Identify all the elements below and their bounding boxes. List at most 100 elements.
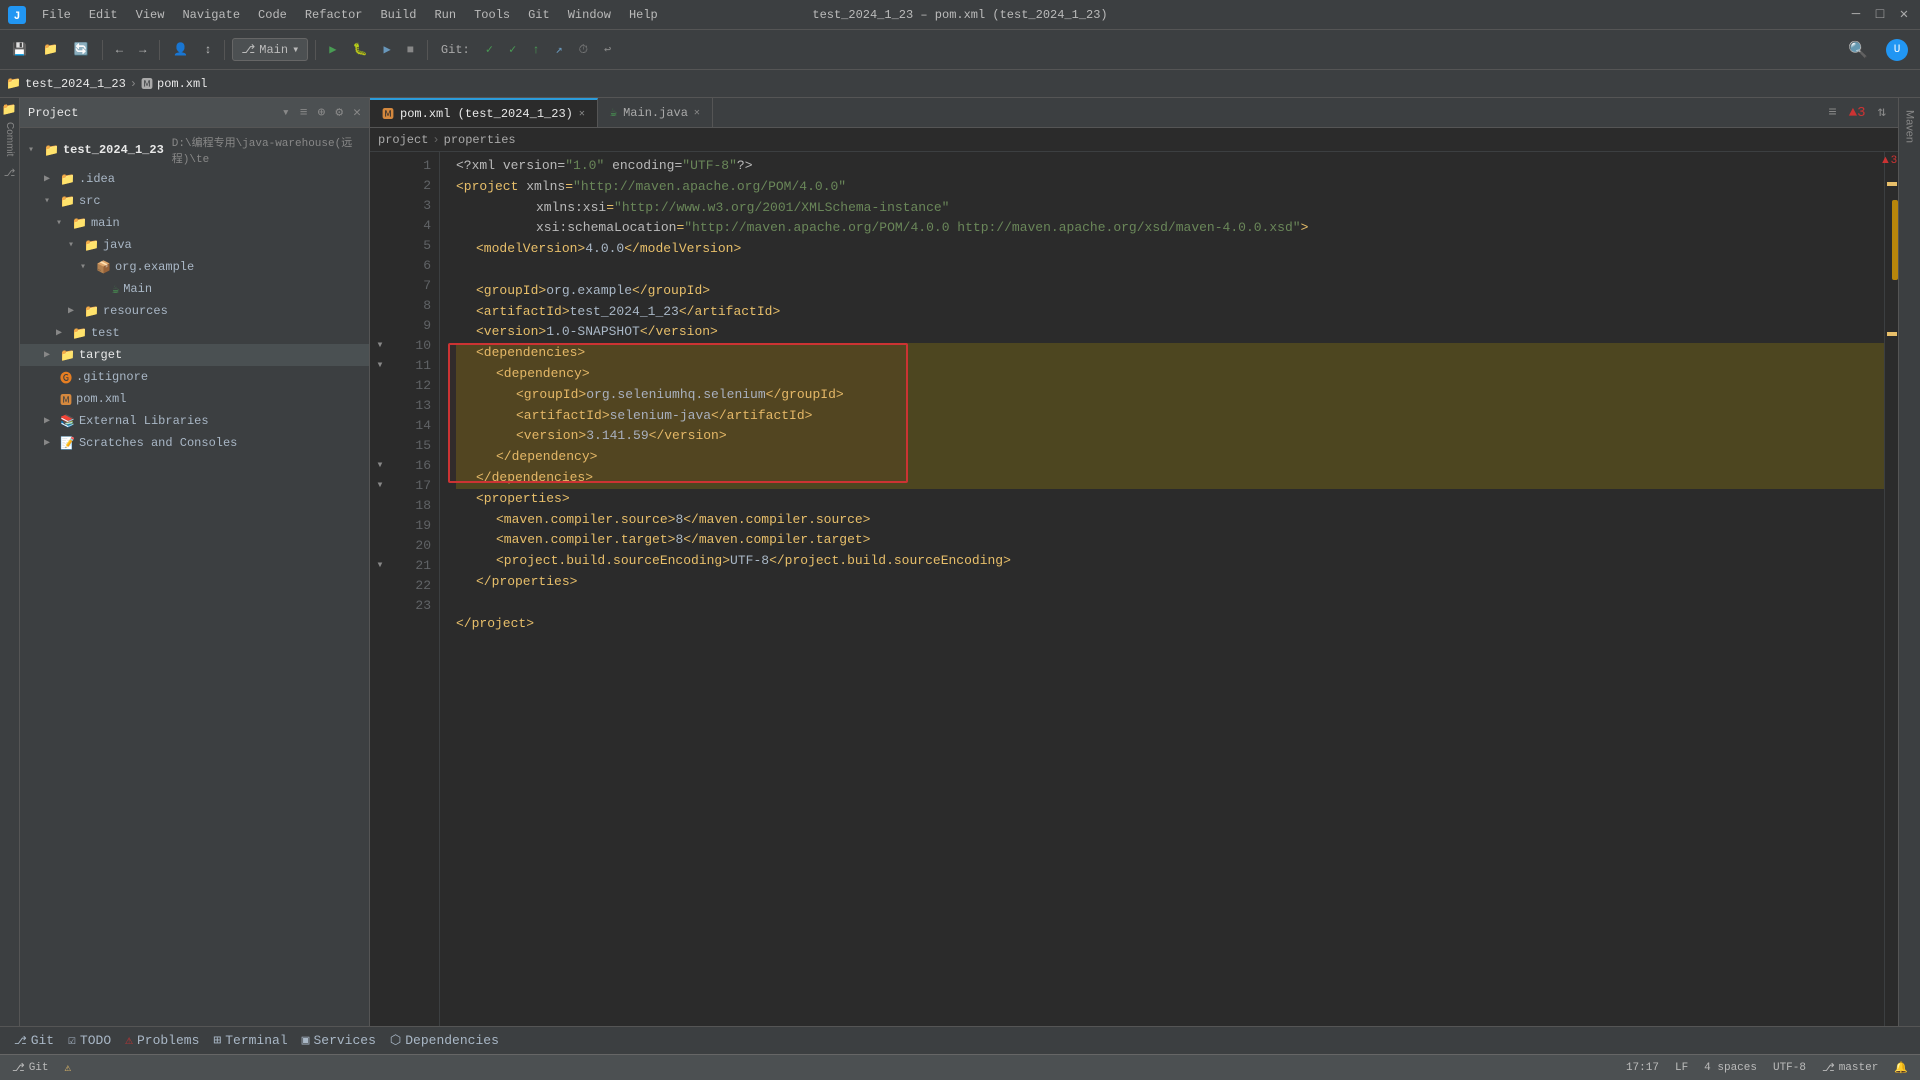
tree-test[interactable]: ▶ 📁 test [20,322,369,344]
branch-selector[interactable]: ⎇ Main ▾ [232,38,308,61]
code-line-14: <version>3.141.59</version> [456,426,1884,447]
menu-file[interactable]: File [34,6,79,24]
maximize-button[interactable]: □ [1872,7,1888,23]
menu-edit[interactable]: Edit [81,6,126,24]
toolbar-user-btn[interactable]: 👤 [167,39,194,60]
tree-external-libs[interactable]: ▶ 📚 External Libraries [20,410,369,432]
toolbar-forward-btn[interactable]: → [133,40,152,60]
search-btn[interactable]: 🔍 [1842,37,1874,63]
error-stripe: ▲3 [1884,152,1898,1026]
minimize-button[interactable]: ─ [1848,7,1864,23]
git-update-btn[interactable]: ↗ [549,39,568,60]
stop-button[interactable]: ■ [401,40,420,60]
git-rollback-btn[interactable]: ↩ [598,39,617,60]
git-tool-btn[interactable]: ⎇ Git [8,1031,60,1050]
project-sidebar-icon[interactable]: 📁 [2,102,18,118]
tab-main-java[interactable]: ☕ Main.java ✕ [598,98,713,127]
panel-scroll-icon[interactable]: ⊕ [318,105,326,120]
menu-help[interactable]: Help [621,6,666,24]
warning-stripe-2 [1887,332,1897,336]
status-git-branch[interactable]: ⎇ Git [8,1059,53,1077]
tree-target[interactable]: ▶ 📁 target [20,344,369,366]
toolbar-back-btn[interactable]: ← [110,40,129,60]
problems-tool-btn[interactable]: ⚠ Problems [119,1031,205,1050]
toolbar-sync-btn[interactable]: 🔄 [68,39,95,60]
git-history-btn[interactable]: ⏱ [573,40,594,60]
todo-tool-btn[interactable]: ☑ TODO [62,1031,117,1050]
dependencies-tool-btn[interactable]: ⬡ Dependencies [384,1031,505,1050]
main-label: main [91,216,120,230]
tree-main-java[interactable]: ☕ Main [20,278,369,300]
breadcrumb-properties[interactable]: properties [444,133,516,147]
status-warnings[interactable]: ⚠ [61,1059,80,1077]
debug-button[interactable]: 🐛 [347,39,374,60]
menu-tools[interactable]: Tools [466,6,518,24]
coverage-button[interactable]: ▶ [377,39,396,60]
code-line-3: xmlns:xsi="http://www.w3.org/2001/XMLSch… [456,198,1884,219]
fold-gutter: ▾ ▾ ▾ ▾ ▾ [370,152,390,1026]
java-tab-close[interactable]: ✕ [694,107,700,119]
menu-git[interactable]: Git [520,6,558,24]
tab-pom-xml[interactable]: 🅼 pom.xml (test_2024_1_23) ✕ [370,98,598,127]
tree-root[interactable]: ▾ 📁 test_2024_1_23 D:\编程专用\java-warehous… [20,132,369,168]
editor-area: 🅼 pom.xml (test_2024_1_23) ✕ ☕ Main.java… [370,98,1898,1026]
menu-run[interactable]: Run [426,6,464,24]
breadcrumb-project[interactable]: project [378,133,428,147]
tree-idea[interactable]: ▶ 📁 .idea [20,168,369,190]
tree-scratches[interactable]: ▶ 📝 Scratches and Consoles [20,432,369,454]
toolbar-save-btn[interactable]: 💾 [6,39,33,60]
git-check-btn[interactable]: ✓ [480,39,499,60]
code-line-9: <version>1.0-SNAPSHOT</version> [456,322,1884,343]
fold-16[interactable]: ▾ [370,456,390,476]
fold-10[interactable]: ▾ [370,336,390,356]
status-branch[interactable]: ⎇ master [1818,1059,1882,1077]
problems-icon: ⚠ [125,1033,133,1048]
panel-collapse-all-icon[interactable]: ≡ [300,105,308,120]
tree-gitignore[interactable]: 🅖 .gitignore [20,366,369,388]
git-check2-btn[interactable]: ✓ [503,39,522,60]
tree-pom[interactable]: 🅼 pom.xml [20,388,369,410]
panel-settings-icon[interactable]: ⚙ [335,105,343,120]
run-button[interactable]: ▶ [323,39,342,60]
fold-11[interactable]: ▾ [370,356,390,376]
menu-view[interactable]: View [128,6,173,24]
profile-btn[interactable]: U [1880,36,1914,64]
menu-window[interactable]: Window [560,6,619,24]
status-notifications[interactable]: 🔔 [1890,1059,1912,1077]
status-position[interactable]: 17:17 [1622,1059,1663,1077]
tree-org-example[interactable]: ▾ 📦 org.example [20,256,369,278]
maven-sidebar-label[interactable]: Maven [1904,102,1916,151]
close-button[interactable]: ✕ [1896,7,1912,23]
commit-icon[interactable]: Commit [4,122,15,156]
toolbar-open-btn[interactable]: 📁 [37,39,64,60]
menu-navigate[interactable]: Navigate [174,6,248,24]
menu-build[interactable]: Build [372,6,424,24]
expand-btn[interactable]: ⇅ [1874,102,1890,123]
status-indent[interactable]: 4 spaces [1700,1059,1761,1077]
tree-resources[interactable]: ▶ 📁 resources [20,300,369,322]
position-text: 17:17 [1626,1062,1659,1074]
vcs-icon[interactable]: ⎇ [4,168,16,180]
panel-dropdown-icon[interactable]: ▾ [282,105,290,120]
panel-close-icon[interactable]: ✕ [353,105,361,120]
tree-java[interactable]: ▾ 📁 java [20,234,369,256]
main-java-label: Main [123,282,152,296]
menu-code[interactable]: Code [250,6,295,24]
terminal-tool-btn[interactable]: ⊞ Terminal [207,1031,293,1050]
menu-refactor[interactable]: Refactor [297,6,371,24]
git-push-btn[interactable]: ↑ [526,40,545,60]
branch-name: Main [259,43,288,57]
tree-main[interactable]: ▾ 📁 main [20,212,369,234]
services-tool-btn[interactable]: ▣ Services [296,1031,382,1050]
status-encoding[interactable]: UTF-8 [1769,1059,1810,1077]
gitignore-label: .gitignore [76,370,148,384]
tree-src[interactable]: ▾ 📁 src [20,190,369,212]
pom-tab-close[interactable]: ✕ [579,108,585,120]
code-content[interactable]: <?xml version="1.0" encoding="UTF-8"?> <… [440,152,1884,1026]
fold-17[interactable]: ▾ [370,476,390,496]
toolbar-vcs-btn[interactable]: ↕ [198,40,217,60]
java-folder-icon: 📁 [84,238,99,253]
fold-21[interactable]: ▾ [370,556,390,576]
tab-more-btn[interactable]: ≡ [1824,103,1840,123]
status-line-sep[interactable]: LF [1671,1059,1692,1077]
